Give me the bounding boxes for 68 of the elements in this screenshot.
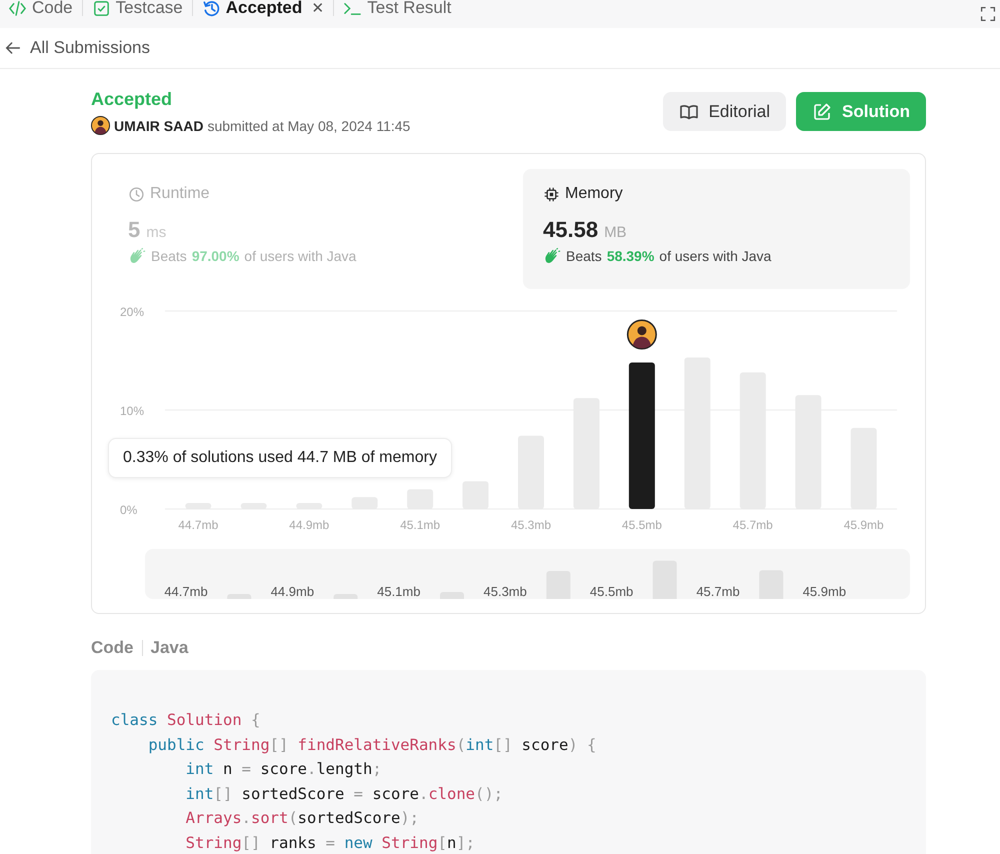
range-label: 45.7mb <box>696 584 740 599</box>
mini-bar <box>759 570 784 599</box>
close-icon[interactable]: ✕ <box>311 0 324 17</box>
code-line: int[] sortedScore = score.clone(); <box>184 784 504 804</box>
axis-label: 44.7mb <box>178 518 218 532</box>
highlighted-bar[interactable] <box>628 362 655 509</box>
tab[interactable]: Code <box>4 0 77 22</box>
history-icon <box>202 0 221 18</box>
stat-title: Runtime <box>150 185 210 203</box>
axis-label: 45.7mb <box>732 518 773 532</box>
mini-bar <box>227 594 252 599</box>
stat-unit: MB <box>604 224 627 241</box>
axis-label: 44.9mb <box>289 518 330 532</box>
stat-title: Memory <box>565 185 623 203</box>
code-line: int n = score.length; <box>184 759 383 780</box>
axis-label: 45.9mb <box>844 518 884 532</box>
section-title: Code <box>91 638 134 658</box>
terminal-icon <box>343 0 362 18</box>
beats-caption: of users with Java <box>244 248 356 264</box>
tab[interactable]: Accepted ✕ <box>198 0 328 22</box>
waving-hand-icon <box>543 247 561 265</box>
chip-icon <box>543 186 560 202</box>
beats-percentage: 58.39% <box>606 248 654 264</box>
user-name[interactable]: UMAIR SAAD <box>114 118 204 134</box>
stat-value: 5 <box>128 217 140 243</box>
axis-label: 45.3mb <box>510 518 552 532</box>
editorial-button[interactable]: Editorial <box>662 92 786 131</box>
beats-label: Beats <box>566 248 602 264</box>
waving-hand-icon <box>128 247 146 265</box>
clock-icon <box>128 186 145 202</box>
code-icon <box>8 0 27 18</box>
checkbox-icon <box>92 0 111 18</box>
back-link[interactable]: All Submissions <box>4 38 150 58</box>
axis-label: 20% <box>120 305 144 319</box>
avatar-icon <box>626 319 657 350</box>
mini-bar <box>652 560 677 599</box>
axis-label: 0% <box>120 503 138 517</box>
mini-bar <box>440 592 464 599</box>
tab[interactable]: Test Result <box>339 0 456 22</box>
range-label: 44.9mb <box>270 584 314 599</box>
range-label: 45.3mb <box>484 584 527 599</box>
range-label: 45.5mb <box>590 584 634 599</box>
stat-value: 45.58 <box>543 217 598 243</box>
axis-label: 45.5mb <box>622 518 662 532</box>
range-overview[interactable]: 44.7mb 44.9mb 45.1mb 45.3mb 45.5mb 45.7mb 45.9mb <box>145 549 910 599</box>
range-label: 45.1mb <box>377 584 420 599</box>
language-label: Java <box>150 638 188 658</box>
stat-card[interactable]: Memory 45.58 MB Beats 58.39% of users with Java <box>523 169 910 289</box>
range-label: 45.9mb <box>802 584 846 599</box>
code-line: class Solution { <box>111 710 262 731</box>
code-line: Arrays.sort(sortedScore); <box>184 808 420 829</box>
beats-label: Beats <box>151 248 187 264</box>
range-label: 44.7mb <box>164 584 208 599</box>
mini-bar <box>546 571 570 599</box>
axis-label: 10% <box>120 404 144 418</box>
axis-label: 45.1mb <box>400 518 440 532</box>
pencil-square-icon <box>812 102 832 122</box>
avatar-icon <box>91 116 110 135</box>
beats-caption: of users with Java <box>659 248 772 264</box>
beats-percentage: 97.00% <box>192 248 240 264</box>
fullscreen-icon <box>980 6 996 22</box>
code-line: String[] ranks = new String[n]; <box>184 832 476 854</box>
code-line: public String[] findRelativeRanks(int[] score) { <box>147 734 598 756</box>
mini-bar <box>334 594 358 599</box>
tab[interactable]: Testcase <box>88 0 187 22</box>
tooltip: 0.33% of solutions used 44.7 MB of memory <box>108 438 452 478</box>
status-title: Accepted <box>91 89 174 110</box>
submitted-text: submitted at May 08, 2024 11:45 <box>207 118 410 134</box>
